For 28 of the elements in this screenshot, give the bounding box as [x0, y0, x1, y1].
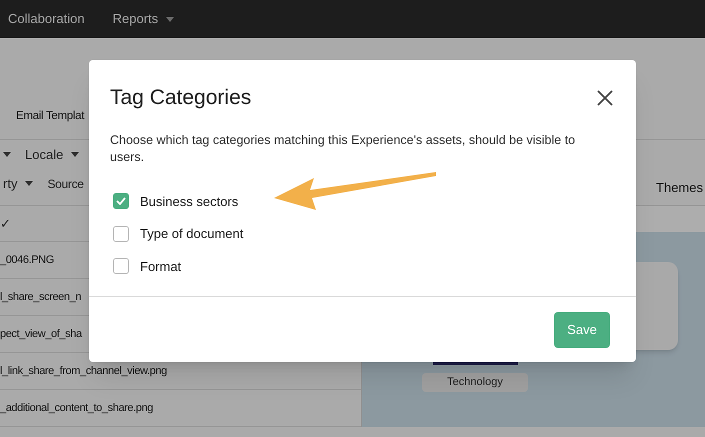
file-name-cell-text: l_link_share_from_channel_view.png [0, 364, 167, 379]
check-icon [116, 197, 126, 206]
file-name-cell-text: _0046.PNG [0, 252, 54, 268]
checkbox[interactable] [113, 258, 129, 274]
themes-tab[interactable]: Themes [656, 178, 703, 197]
file-name-cell-text: _additional_content_to_share.png [0, 400, 153, 416]
filter-dropdown[interactable]: rty [3, 174, 34, 194]
caret-icon [3, 152, 11, 157]
checkbox[interactable] [113, 193, 129, 210]
page-tab[interactable]: Email Templat [16, 108, 84, 125]
caret-icon [71, 152, 80, 157]
close-icon [597, 90, 613, 106]
nav-item[interactable]: Reports [112, 9, 174, 29]
nav-item[interactable]: Collaboration [8, 9, 85, 29]
filter-label: Source [47, 176, 84, 192]
checkbox-label: Type of document [140, 225, 244, 243]
file-name-cell-text: pect_view_of_sha [0, 326, 82, 342]
caret-icon [25, 181, 34, 186]
filter-dropdown[interactable]: Locale [25, 144, 80, 164]
close-button[interactable] [595, 88, 615, 108]
checkbox-label: Format [140, 258, 182, 276]
dialog-title: Tag Categories [110, 85, 252, 111]
dialog-description: Choose which tag categories matching this Experience's assets, should be visible to users. [109, 132, 576, 166]
card-label: Technology [422, 373, 528, 392]
checkbox[interactable] [113, 226, 129, 242]
checkbox-label: Business sectors [140, 192, 238, 210]
file-name-cell-text: l_share_screen_n [0, 290, 82, 305]
column-header: ✓ [0, 214, 11, 233]
